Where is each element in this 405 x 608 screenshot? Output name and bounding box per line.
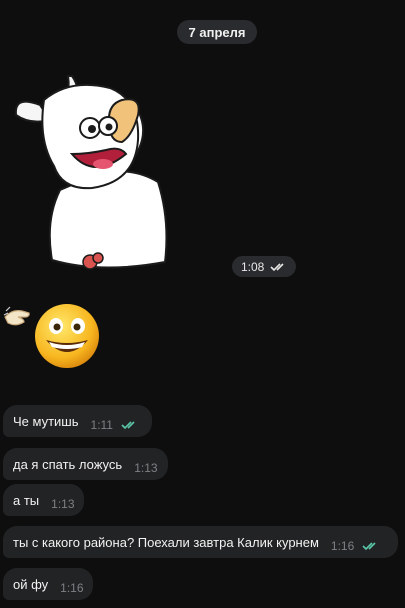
message-text: ой фу — [13, 576, 49, 592]
cow-sticker[interactable] — [10, 70, 175, 275]
message-text: да я спать ложусь — [13, 456, 123, 472]
message-time: 1:13 — [51, 497, 75, 511]
message-time: 1:16 — [60, 581, 84, 595]
message-text: Че мутишь — [13, 413, 79, 429]
date-separator: 7 апреля — [177, 20, 257, 44]
message-text: ты с какого района? Поехали завтра Калик… — [13, 534, 319, 550]
sticker-time: 1:08 — [241, 259, 265, 274]
sticker-timestamp: 1:08 — [232, 256, 296, 277]
message-bubble[interactable]: а ты 1:13 — [3, 484, 84, 516]
message-text: а ты — [13, 492, 40, 508]
message-time: 1:16 — [330, 539, 355, 553]
date-label: 7 апреля — [188, 24, 246, 40]
message-bubble[interactable]: Че мутишь 1:11 — [3, 405, 152, 437]
waving-hand-icon — [3, 306, 30, 326]
message-bubble[interactable]: да я спать ложусь 1:13 — [3, 448, 168, 480]
message-time: 1:11 — [90, 418, 113, 432]
message-time: 1:13 — [134, 461, 158, 475]
double-check-icon — [270, 262, 284, 271]
grinning-face-icon — [35, 304, 99, 368]
message-bubble[interactable]: ты с какого района? Поехали завтра Калик… — [3, 526, 398, 558]
message-bubble[interactable]: ой фу 1:16 — [3, 568, 93, 600]
double-check-icon — [121, 421, 135, 430]
double-check-icon — [362, 542, 376, 551]
